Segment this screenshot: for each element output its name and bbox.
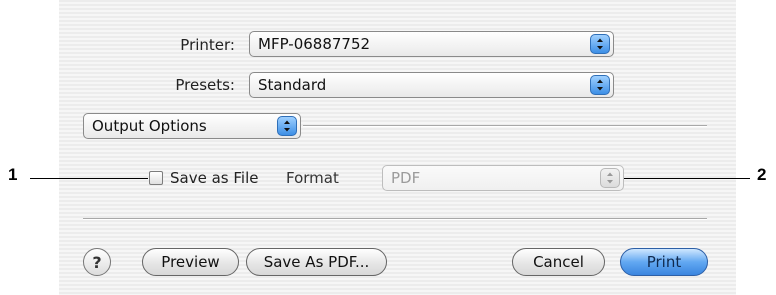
format-popup[interactable]: PDF — [382, 165, 624, 191]
save-as-file-checkbox[interactable] — [149, 171, 163, 185]
format-value: PDF — [391, 169, 421, 187]
up-down-arrows-icon — [590, 34, 610, 54]
callout-line-2 — [624, 178, 750, 179]
bottom-separator — [83, 218, 707, 220]
presets-popup[interactable]: Standard — [249, 72, 614, 98]
printer-label: Printer: — [180, 36, 235, 54]
cancel-button-label: Cancel — [533, 253, 584, 271]
preview-button-label: Preview — [161, 253, 220, 271]
panel-popup[interactable]: Output Options — [83, 113, 301, 139]
callout-line-1 — [30, 178, 148, 179]
save-as-pdf-button-label: Save As PDF... — [263, 253, 370, 271]
print-button-label: Print — [646, 253, 682, 271]
up-down-arrows-icon — [590, 75, 610, 95]
save-as-file-label: Save as File — [170, 169, 259, 187]
help-icon: ? — [92, 252, 102, 272]
callout-number-1: 1 — [8, 165, 18, 184]
help-button[interactable]: ? — [83, 248, 111, 276]
presets-label: Presets: — [175, 76, 235, 94]
printer-value: MFP-06887752 — [258, 35, 371, 53]
save-as-pdf-button[interactable]: Save As PDF... — [246, 248, 387, 276]
print-button[interactable]: Print — [620, 248, 708, 276]
up-down-arrows-icon — [600, 168, 620, 188]
callout-number-2: 2 — [757, 165, 767, 184]
cancel-button[interactable]: Cancel — [512, 248, 605, 276]
preview-button[interactable]: Preview — [142, 248, 239, 276]
printer-popup[interactable]: MFP-06887752 — [249, 31, 614, 57]
format-label: Format — [286, 169, 339, 187]
up-down-arrows-icon — [277, 116, 297, 136]
print-dialog: Printer: MFP-06887752 Presets: Standard … — [59, 0, 736, 295]
panel-value: Output Options — [92, 117, 207, 135]
presets-value: Standard — [258, 76, 327, 94]
panel-separator — [303, 125, 707, 127]
